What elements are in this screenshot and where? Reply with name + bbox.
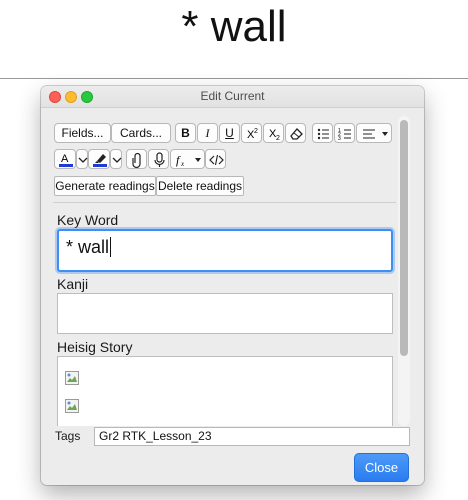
code-icon: [209, 154, 224, 166]
svg-text:2: 2: [276, 135, 280, 142]
math-dropdown[interactable]: f x: [170, 149, 205, 169]
subscript-button[interactable]: X 2: [263, 123, 284, 143]
broken-image-icon: [65, 399, 79, 413]
window-title: Edit Current: [200, 89, 265, 103]
svg-text:A: A: [61, 153, 69, 165]
subscript-icon: X 2: [269, 128, 280, 142]
tags-label: Tags: [55, 429, 81, 443]
tags-input[interactable]: Gr2 RTK_Lesson_23: [94, 427, 410, 446]
microphone-icon: [154, 152, 165, 167]
heisig-story-field[interactable]: [57, 356, 393, 426]
alignment-dropdown[interactable]: [356, 123, 392, 143]
field-label-kanji: Kanji: [57, 276, 89, 292]
text-color-button[interactable]: A: [54, 149, 76, 169]
fields-button[interactable]: Fields...: [54, 123, 111, 143]
text-color-icon: A: [59, 153, 73, 167]
italic-button[interactable]: I: [197, 123, 218, 143]
delete-readings-button[interactable]: Delete readings: [156, 176, 244, 196]
paperclip-icon: [132, 152, 141, 169]
highlight-color-dropdown[interactable]: [110, 149, 122, 169]
superscript-icon: X 2: [247, 128, 258, 141]
svg-text:3: 3: [338, 136, 341, 142]
align-icon: [363, 129, 388, 139]
record-audio-button[interactable]: [148, 149, 169, 169]
highlighter-icon: [93, 154, 107, 167]
text-caret: [110, 237, 112, 257]
attach-button[interactable]: [126, 149, 147, 169]
card-front-text: * wall: [181, 2, 287, 51]
underline-button[interactable]: U: [219, 123, 240, 143]
editor-scrollbar[interactable]: [398, 116, 410, 426]
svg-text:x: x: [180, 160, 185, 168]
text-color-dropdown[interactable]: [76, 149, 88, 169]
bold-button[interactable]: B: [175, 123, 196, 143]
generate-readings-button[interactable]: Generate readings: [54, 176, 156, 196]
numbered-list-icon: 1 2 3: [338, 128, 351, 142]
toolbar-divider: [53, 202, 396, 203]
chevron-down-icon: [112, 157, 122, 163]
unordered-list-button[interactable]: [312, 123, 333, 143]
clear-format-button[interactable]: [285, 123, 306, 143]
card-divider: [0, 78, 468, 79]
field-label-heisig-story: Heisig Story: [57, 339, 133, 355]
bullet-list-icon: [317, 128, 329, 140]
scrollbar-thumb[interactable]: [400, 120, 408, 356]
eraser-icon: [290, 128, 303, 140]
cards-button[interactable]: Cards...: [111, 123, 171, 143]
card-preview: * wall: [0, 0, 468, 78]
svg-text:2: 2: [254, 128, 258, 135]
title-bar: Edit Current: [41, 86, 424, 108]
key-word-value: * wall: [66, 237, 112, 257]
key-word-field[interactable]: * wall: [57, 229, 393, 272]
broken-image-icon: [65, 371, 79, 385]
kanji-field[interactable]: [57, 293, 393, 334]
ordered-list-button[interactable]: 1 2 3: [334, 123, 355, 143]
edit-current-window: Edit Current Fields... Cards... B I U X …: [41, 86, 424, 485]
function-icon: f x: [176, 153, 201, 168]
html-editor-button[interactable]: [205, 149, 226, 169]
close-button[interactable]: Close: [354, 453, 409, 482]
highlight-color-button[interactable]: [88, 149, 110, 169]
field-label-key-word: Key Word: [57, 212, 119, 228]
superscript-button[interactable]: X 2: [241, 123, 262, 143]
